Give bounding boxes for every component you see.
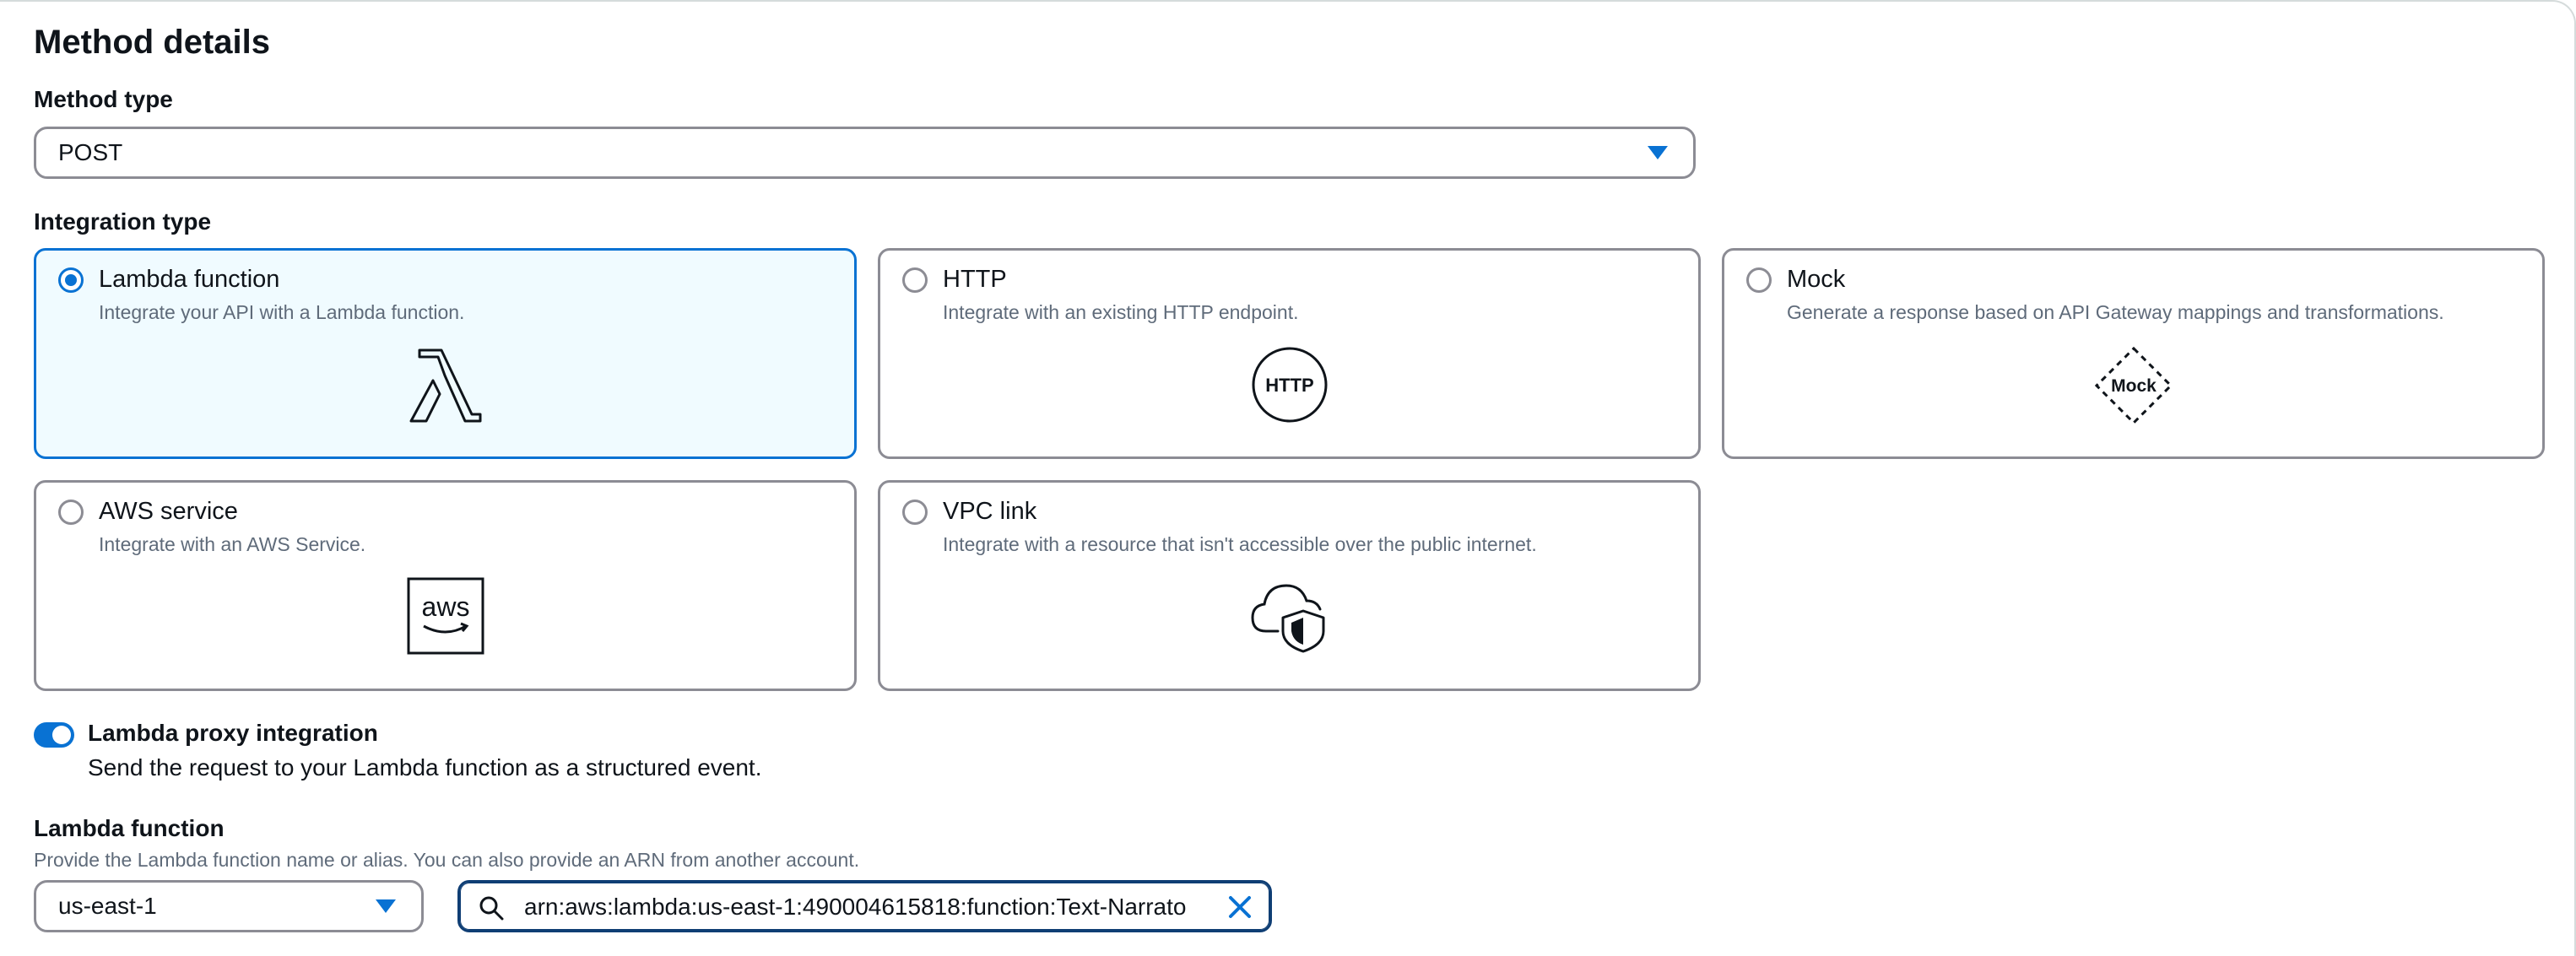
lambda-arn-value: arn:aws:lambda:us-east-1:490004615818:fu… [524,894,1187,920]
cloud-shield-icon [1249,577,1330,659]
option-title: Lambda function [99,266,280,293]
integration-option-lambda[interactable]: Lambda function Integrate your API with … [34,248,857,459]
method-type-value: POST [58,139,123,165]
option-title: VPC link [943,498,1037,525]
http-icon: HTTP [1250,345,1329,429]
option-title: Mock [1787,266,1846,293]
caret-down-icon [1648,146,1668,159]
section-title: Method details [34,24,271,61]
caret-down-icon [376,899,396,913]
option-description: Integrate with an existing HTTP endpoint… [943,301,1299,323]
integration-option-http[interactable]: HTTP Integrate with an existing HTTP end… [878,248,1701,459]
method-type-label: Method type [34,86,173,112]
mock-icon: Mock [2093,345,2174,430]
lambda-function-label: Lambda function [34,815,225,841]
clear-icon[interactable] [1227,894,1253,924]
option-description: Integrate with a resource that isn't acc… [943,533,1537,555]
http-icon-text: HTTP [1265,375,1313,396]
integration-option-aws-service[interactable]: AWS service Integrate with an AWS Servic… [34,480,857,691]
option-title: AWS service [99,498,238,525]
integration-type-label: Integration type [34,208,212,235]
proxy-integration-description: Send the request to your Lambda function… [88,754,762,780]
radio-mock[interactable] [1746,267,1772,293]
region-select[interactable]: us-east-1 [34,880,424,932]
aws-logo-text: aws [421,591,469,622]
integration-option-mock[interactable]: Mock Generate a response based on API Ga… [1722,248,2545,459]
lambda-proxy-toggle[interactable] [34,722,74,748]
lambda-icon [408,345,484,429]
radio-aws-service[interactable] [58,500,84,525]
search-icon [479,895,504,925]
proxy-integration-label: Lambda proxy integration [88,720,378,746]
lambda-function-description: Provide the Lambda function name or alia… [34,849,860,871]
mock-icon-text: Mock [2111,376,2157,396]
option-description: Integrate your API with a Lambda functio… [99,301,465,323]
option-description: Generate a response based on API Gateway… [1787,301,2444,323]
region-value: us-east-1 [58,893,157,919]
method-type-select[interactable]: POST [34,127,1696,179]
radio-lambda[interactable] [58,267,84,293]
lambda-arn-input[interactable]: arn:aws:lambda:us-east-1:490004615818:fu… [457,880,1272,932]
aws-logo-icon: aws [407,577,484,659]
radio-vpc-link[interactable] [902,500,928,525]
option-title: HTTP [943,266,1007,293]
radio-http[interactable] [902,267,928,293]
integration-option-vpc-link[interactable]: VPC link Integrate with a resource that … [878,480,1701,691]
option-description: Integrate with an AWS Service. [99,533,366,555]
